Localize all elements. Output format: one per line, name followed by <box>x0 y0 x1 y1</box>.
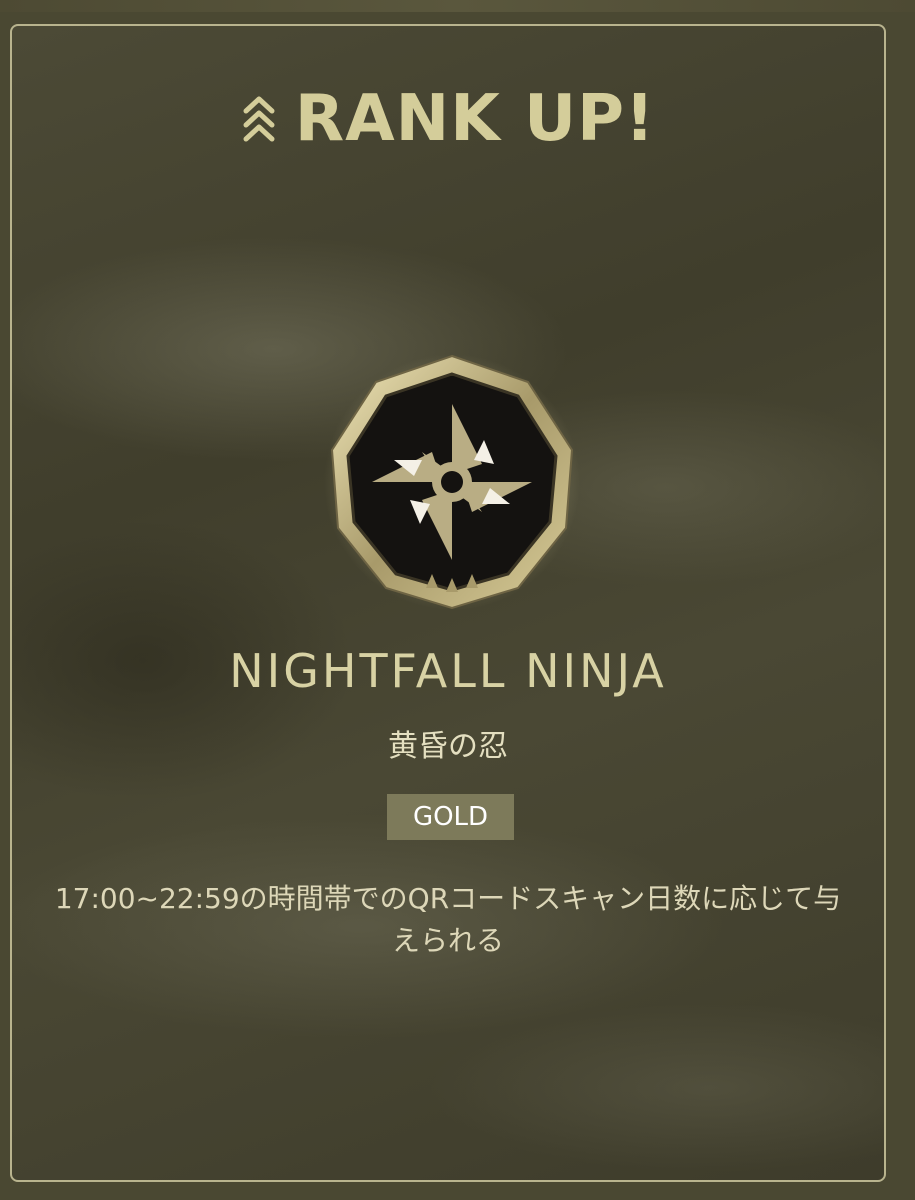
rank-up-header: RANK UP! <box>12 74 884 164</box>
rank-up-title: RANK UP! <box>294 82 656 156</box>
tier-badge: GOLD <box>387 794 514 840</box>
rank-description: 17:00~22:59の時間帯でのQRコードスキャン日数に応じて与えられる <box>54 882 842 957</box>
triple-chevron-up-icon <box>243 96 275 142</box>
rank-name: NIGHTFALL NINJA <box>229 644 667 698</box>
rank-name-japanese: 黄昏の忍 <box>388 729 508 764</box>
shuriken-badge-icon <box>324 354 580 610</box>
background-strip <box>0 0 915 12</box>
rank-badge <box>322 352 582 612</box>
rank-up-card: RANK UP! NIGHTFALL NINJA 黄昏の忍 GOLD 17:00… <box>10 24 886 1182</box>
page: RANK UP! NIGHTFALL NINJA 黄昏の忍 GOLD 17:00… <box>0 0 915 1200</box>
